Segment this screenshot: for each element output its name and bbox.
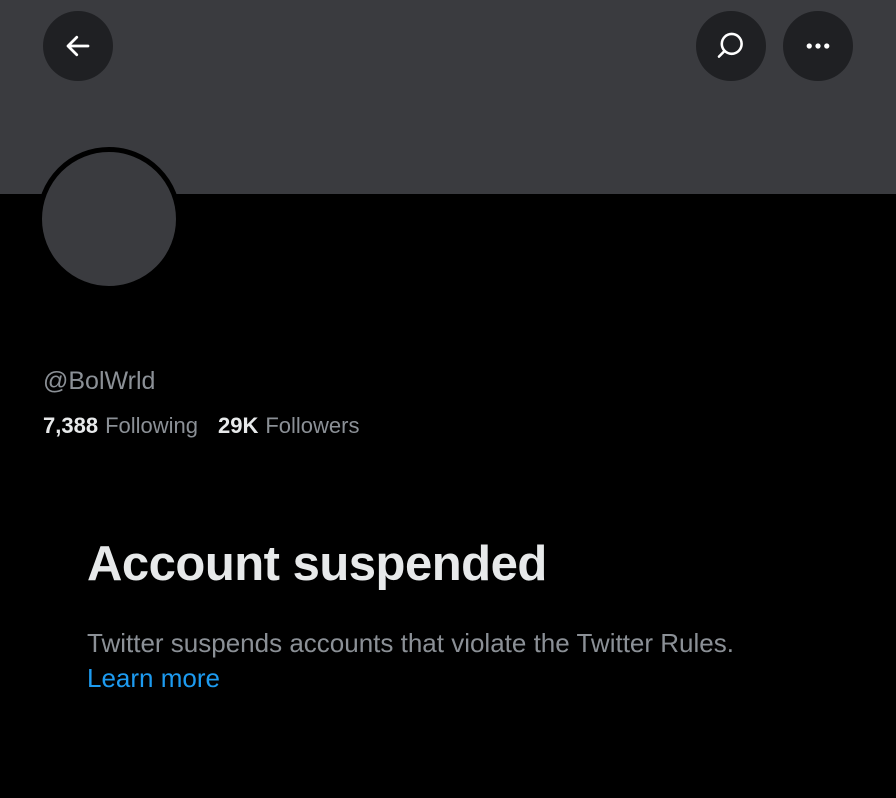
more-horizontal-icon	[806, 43, 830, 49]
back-button[interactable]	[43, 11, 113, 81]
followers-link[interactable]: 29K Followers	[218, 413, 360, 439]
avatar[interactable]	[37, 147, 181, 291]
suspended-title: Account suspended	[87, 537, 547, 591]
profile-handle: @BolWrld	[43, 367, 156, 395]
following-label: Following	[105, 413, 198, 438]
search-icon	[717, 32, 743, 58]
following-link[interactable]: 7,388 Following	[43, 413, 198, 439]
search-button[interactable]	[696, 11, 766, 81]
followers-label: Followers	[265, 413, 360, 438]
profile-stats: 7,388 Following 29K Followers	[43, 413, 360, 439]
suspended-body: Twitter suspends accounts that violate t…	[87, 628, 734, 658]
following-count: 7,388	[43, 413, 99, 438]
more-button[interactable]	[783, 11, 853, 81]
arrow-left-icon	[66, 35, 90, 57]
followers-count: 29K	[218, 413, 259, 438]
suspended-message: Twitter suspends accounts that violate t…	[87, 626, 807, 696]
learn-more-link[interactable]: Learn more	[87, 663, 220, 693]
